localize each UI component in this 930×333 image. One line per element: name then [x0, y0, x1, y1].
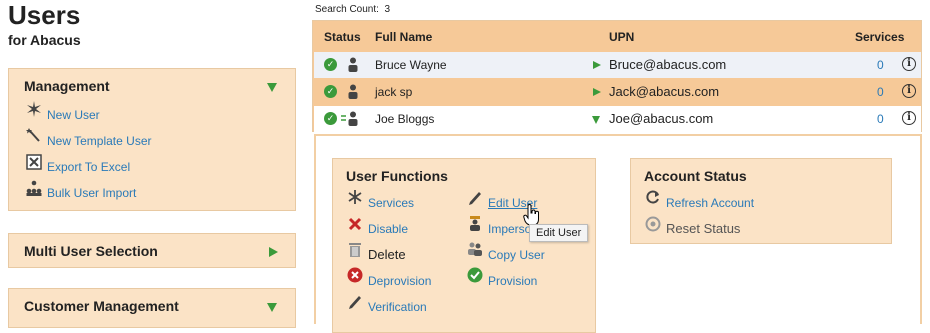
table-row[interactable]: ✓ Bruce Wayne Bruce@abacus.com 0 i — [314, 52, 921, 78]
management-panel: Management New User New Template User Ex… — [8, 68, 296, 211]
check-circle-icon — [467, 267, 483, 283]
page-title: Users — [8, 0, 81, 30]
services-link[interactable]: Services — [368, 196, 414, 210]
services-count-link[interactable]: 0 — [877, 58, 884, 72]
pencil-icon — [349, 296, 361, 309]
refresh-account-link[interactable]: Refresh Account — [666, 196, 754, 210]
services-count-link[interactable]: 0 — [877, 112, 884, 126]
status-ok-icon: ✓ — [324, 85, 337, 98]
pencil-icon — [469, 192, 481, 205]
user-edit-icon — [341, 111, 358, 126]
customer-management-panel: Customer Management — [8, 288, 296, 328]
upn-cell: Bruce@abacus.com — [609, 57, 727, 72]
status-ok-icon: ✓ — [324, 58, 337, 71]
full-name-cell: Bruce Wayne — [375, 58, 447, 72]
deprovision-link[interactable]: Deprovision — [368, 274, 431, 288]
info-icon[interactable]: i — [902, 57, 916, 71]
search-count-value: 3 — [384, 4, 391, 15]
column-header-upn[interactable]: UPN — [609, 30, 634, 44]
user-functions-title: User Functions — [346, 168, 448, 184]
user-detail-panel: User Functions Services Edit User Disabl… — [314, 134, 922, 333]
tooltip: Edit User — [529, 224, 589, 242]
table-row[interactable]: ✓ jack sp Jack@abacus.com 0 i — [314, 79, 921, 105]
users-icon — [468, 242, 482, 256]
full-name-cell: Joe Bloggs — [375, 112, 435, 126]
snowflake-icon — [348, 190, 362, 204]
search-count-label: Search Count: — [315, 4, 379, 15]
services-count-link[interactable]: 0 — [877, 85, 884, 99]
collapse-arrow-icon[interactable] — [267, 83, 277, 92]
table-row-selected[interactable]: ✓ Joe Bloggs Joe@abacus.com 0 i — [314, 106, 921, 132]
excel-icon — [26, 154, 42, 170]
status-ok-icon: ✓ — [324, 112, 337, 125]
impersonate-icon — [470, 216, 480, 231]
column-header-status[interactable]: Status — [324, 30, 361, 44]
user-icon — [348, 84, 358, 99]
collapse-arrow-icon[interactable] — [267, 303, 277, 312]
circle-x-icon — [347, 267, 363, 283]
column-header-services[interactable]: Services — [855, 30, 904, 44]
expand-row-icon[interactable] — [593, 88, 601, 96]
customer-management-title[interactable]: Customer Management — [24, 298, 179, 314]
management-title[interactable]: Management — [24, 78, 110, 94]
disable-link[interactable]: Disable — [368, 222, 408, 236]
x-icon — [348, 217, 362, 231]
new-user-link[interactable]: New User — [47, 108, 100, 122]
page-subtitle: for Abacus — [8, 32, 81, 48]
collapse-row-icon[interactable] — [592, 116, 600, 124]
column-header-full-name[interactable]: Full Name — [375, 30, 432, 44]
user-functions-panel: User Functions Services Edit User Disabl… — [332, 158, 596, 333]
delete-link[interactable]: Delete — [368, 247, 406, 262]
user-icon — [348, 57, 358, 72]
multi-user-selection-title[interactable]: Multi User Selection — [24, 243, 158, 259]
trash-icon — [349, 243, 361, 257]
new-template-user-link[interactable]: New Template User — [47, 134, 151, 148]
bulk-user-import-link[interactable]: Bulk User Import — [47, 186, 136, 200]
multi-user-selection-panel: Multi User Selection — [8, 233, 296, 268]
sparkle-icon — [27, 101, 41, 117]
refresh-icon — [646, 190, 659, 204]
full-name-cell: jack sp — [375, 85, 413, 99]
copy-user-link[interactable]: Copy User — [488, 248, 545, 262]
org-chart-icon — [26, 180, 42, 196]
upn-cell: Jack@abacus.com — [609, 84, 720, 99]
info-icon[interactable]: i — [902, 111, 916, 125]
hand-cursor-icon — [523, 204, 539, 226]
verification-link[interactable]: Verification — [368, 300, 427, 314]
account-status-panel: Account Status Refresh Account Reset Sta… — [630, 158, 892, 244]
export-to-excel-link[interactable]: Export To Excel — [47, 160, 130, 174]
info-icon[interactable]: i — [902, 84, 916, 98]
reset-status-link[interactable]: Reset Status — [666, 221, 740, 236]
reset-icon — [645, 216, 661, 232]
account-status-title: Account Status — [644, 168, 747, 184]
search-count: Search Count: 3 — [315, 4, 390, 15]
upn-cell: Joe@abacus.com — [609, 111, 714, 126]
provision-link[interactable]: Provision — [488, 274, 537, 288]
expand-row-icon[interactable] — [593, 61, 601, 69]
wand-icon — [26, 128, 40, 142]
users-table: Status Full Name UPN Services ✓ Bruce Wa… — [312, 20, 922, 132]
expand-arrow-icon[interactable] — [269, 247, 278, 257]
